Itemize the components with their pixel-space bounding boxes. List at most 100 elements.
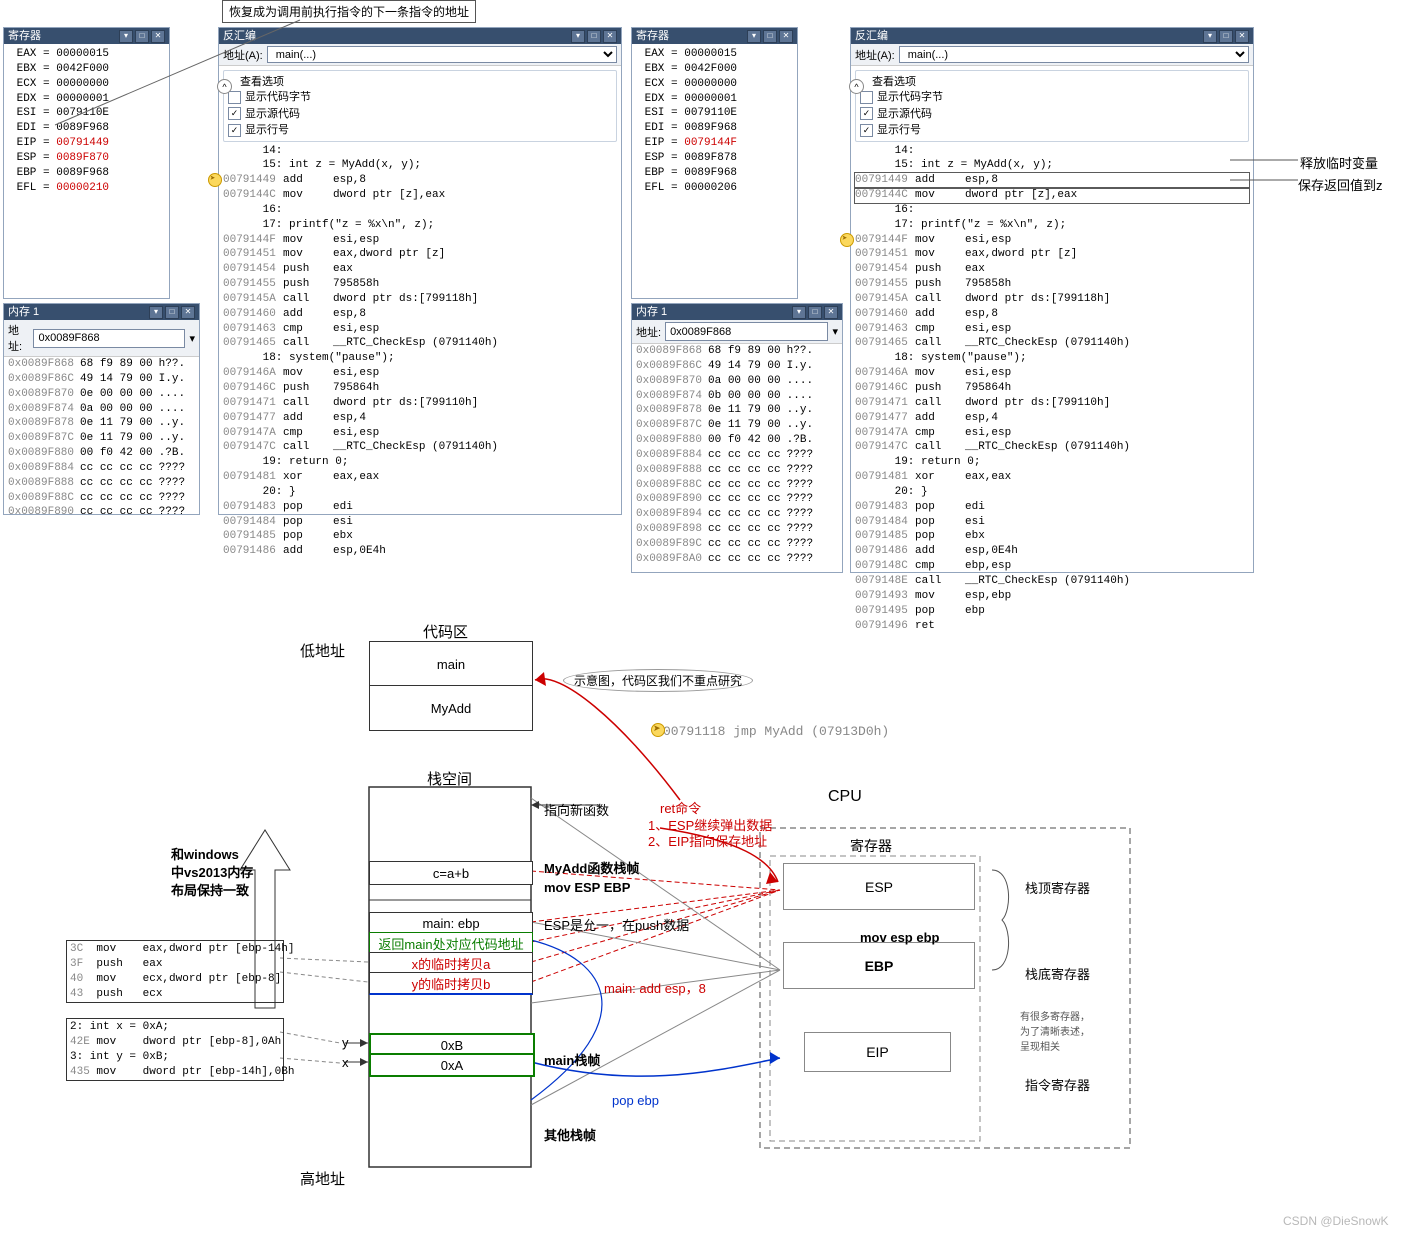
register-row: EIP = 0079144F (638, 136, 791, 151)
cell-c: c=a+b (369, 861, 533, 885)
register-row: ESI = 0079110E (638, 106, 791, 121)
maximize-icon[interactable]: □ (808, 306, 822, 319)
asm-line: 0079146Amovesi,esp (855, 366, 1249, 381)
checkbox-codebytes[interactable] (860, 91, 873, 104)
asm-line: 00791455push795858h (855, 277, 1249, 292)
disasm-title: 反汇编 (855, 28, 888, 44)
label-high-addr: 高地址 (300, 1168, 345, 1189)
maximize-icon[interactable]: □ (587, 30, 601, 43)
label-stack-space: 栈空间 (427, 768, 472, 789)
asm-line: 00791465call__RTC_CheckEsp (0791140h) (855, 336, 1249, 351)
asm-line: 0079147Ccall__RTC_CheckEsp (0791140h) (223, 440, 617, 455)
asm-line: 14: (855, 144, 1249, 159)
dropdown-icon[interactable]: ▾ (149, 306, 163, 319)
asm-line: 0079148Ecall__RTC_CheckEsp (0791140h) (855, 574, 1249, 589)
memory-row: 0x0089F88Ccc cc cc cc???? (632, 478, 842, 493)
checkbox-lineno[interactable]: ✓ (860, 124, 873, 137)
note-save-ret: 保存返回值到z (1298, 175, 1383, 194)
dropdown-icon[interactable]: ▾ (792, 306, 806, 319)
titlebar-disasm[interactable]: 反汇编 ▾ □ ✕ (219, 28, 621, 44)
callout-restore-addr: 恢复成为调用前执行指令的下一条指令的地址 (222, 0, 476, 23)
titlebar-memory[interactable]: 内存 1 ▾ □ ✕ (4, 304, 199, 320)
asm-line: 00791484popesi (223, 515, 617, 530)
label-other-frame: 其他栈帧 (544, 1125, 596, 1144)
memory-address-input[interactable] (33, 329, 185, 348)
panel-memory-right: 内存 1 ▾ □ ✕ 地址: ▾ 0x0089F86868 f9 89 00h?… (631, 303, 843, 573)
winnote-3: 布局保持一致 (171, 880, 249, 899)
panel-registers-left: 寄存器 ▾ □ ✕ EAX = 00000015 EBX = 0042F000 … (3, 27, 170, 299)
maximize-icon[interactable]: □ (165, 306, 179, 319)
asm-line: 16: (855, 203, 1249, 218)
dropdown-icon[interactable]: ▾ (571, 30, 585, 43)
cell-ret-addr: 返回main处对应代码地址 (369, 932, 533, 954)
register-row: EBP = 0089F968 (10, 166, 163, 181)
dropdown-icon[interactable]: ▾ (1203, 30, 1217, 43)
asm-line: 0079146Amovesi,esp (223, 366, 617, 381)
register-row: EDX = 00000001 (638, 92, 791, 107)
label-low-addr: 低地址 (300, 640, 345, 661)
checkbox-source[interactable]: ✓ (860, 107, 873, 120)
panel-registers-right: 寄存器 ▾ □ ✕ EAX = 00000015 EBX = 0042F000 … (631, 27, 798, 299)
asm-line: 00791477addesp,4 (223, 411, 617, 426)
label-cpu: CPU (828, 788, 862, 806)
register-row: ESP = 0089F878 (638, 151, 791, 166)
disasm-address-select[interactable]: main(...) (267, 46, 617, 63)
box-eip: EIP (804, 1032, 951, 1072)
memory-row: 0x0089F87C0e 11 79 00..y. (4, 431, 199, 446)
memory-row: 0x0089F8740a 00 00 00.... (4, 402, 199, 417)
registers-title: 寄存器 (8, 28, 41, 44)
memory-row: 0x0089F898cc cc cc cc???? (632, 522, 842, 537)
disasm-title: 反汇编 (223, 28, 256, 44)
maximize-icon[interactable]: □ (135, 30, 149, 43)
checkbox-codebytes[interactable] (228, 91, 241, 104)
memory-address-input[interactable] (665, 322, 828, 341)
cell-0xa: 0xA (369, 1053, 535, 1077)
register-row: EBP = 0089F968 (638, 166, 791, 181)
asm-line: 0079148Ccmpebp,esp (855, 559, 1249, 574)
close-icon[interactable]: ✕ (824, 306, 838, 319)
dropdown-icon[interactable]: ▾ (119, 30, 133, 43)
memory-title: 内存 1 (8, 304, 39, 320)
asm-line: 00791481xoreax,eax (855, 470, 1249, 485)
titlebar-memory[interactable]: 内存 1 ▾ □ ✕ (632, 304, 842, 320)
memory-row: 0x0089F89Ccc cc cc cc???? (632, 537, 842, 552)
memory-row: 0x0089F88000 f0 42 00.?B. (4, 446, 199, 461)
checkbox-source[interactable]: ✓ (228, 107, 241, 120)
maximize-icon[interactable]: □ (763, 30, 777, 43)
memory-row: 0x0089F8700e 00 00 00.... (4, 387, 199, 402)
close-icon[interactable]: ✕ (603, 30, 617, 43)
dropdown-icon[interactable]: ▾ (747, 30, 761, 43)
dropdown-icon[interactable]: ▾ (832, 325, 838, 338)
checkbox-lineno[interactable]: ✓ (228, 124, 241, 137)
memory-row: 0x0089F888cc cc cc cc???? (4, 476, 199, 491)
register-row: EDI = 0089F968 (10, 121, 163, 136)
dropdown-icon[interactable]: ▾ (189, 332, 195, 345)
label-main-add: main: add esp，8 (604, 978, 706, 997)
titlebar-registers[interactable]: 寄存器 ▾ □ ✕ (4, 28, 169, 44)
register-row: EFL = 00000206 (638, 181, 791, 196)
close-icon[interactable]: ✕ (151, 30, 165, 43)
close-icon[interactable]: ✕ (779, 30, 793, 43)
memory-row: 0x0089F87C0e 11 79 00..y. (632, 418, 842, 433)
asm-line: 0079145Acalldword ptr ds:[799118h] (855, 292, 1249, 307)
register-row: ESI = 0079110E (10, 106, 163, 121)
asm-line: 00791496ret (855, 619, 1249, 634)
asm-snippet-2: 2: int x = 0xA;42E mov dword ptr [ebp-8]… (66, 1018, 284, 1081)
asm-line: 00791486addesp,0E4h (223, 544, 617, 559)
box-myadd: MyAdd (369, 685, 533, 731)
asm-line: 00791495popebp (855, 604, 1249, 619)
titlebar-disasm[interactable]: 反汇编 ▾ □ ✕ (851, 28, 1253, 44)
asm-line: 0079144Cmovdword ptr [z],eax (855, 188, 1249, 203)
memory-row: 0x0089F86C49 14 79 00I.y. (4, 372, 199, 387)
maximize-icon[interactable]: □ (1219, 30, 1233, 43)
titlebar-registers[interactable]: 寄存器 ▾ □ ✕ (632, 28, 797, 44)
label-pop-ebp: pop ebp (612, 1093, 659, 1108)
asm-line: 00791463cmpesi,esp (223, 322, 617, 337)
disasm-address-select[interactable]: main(...) (899, 46, 1249, 63)
close-icon[interactable]: ✕ (1235, 30, 1249, 43)
asm-line: 0079146Cpush795864h (855, 381, 1249, 396)
collapse-icon[interactable]: ^ (217, 79, 232, 94)
asm-line: 00791471calldword ptr ds:[799110h] (855, 396, 1249, 411)
close-icon[interactable]: ✕ (181, 306, 195, 319)
collapse-icon[interactable]: ^ (849, 79, 864, 94)
